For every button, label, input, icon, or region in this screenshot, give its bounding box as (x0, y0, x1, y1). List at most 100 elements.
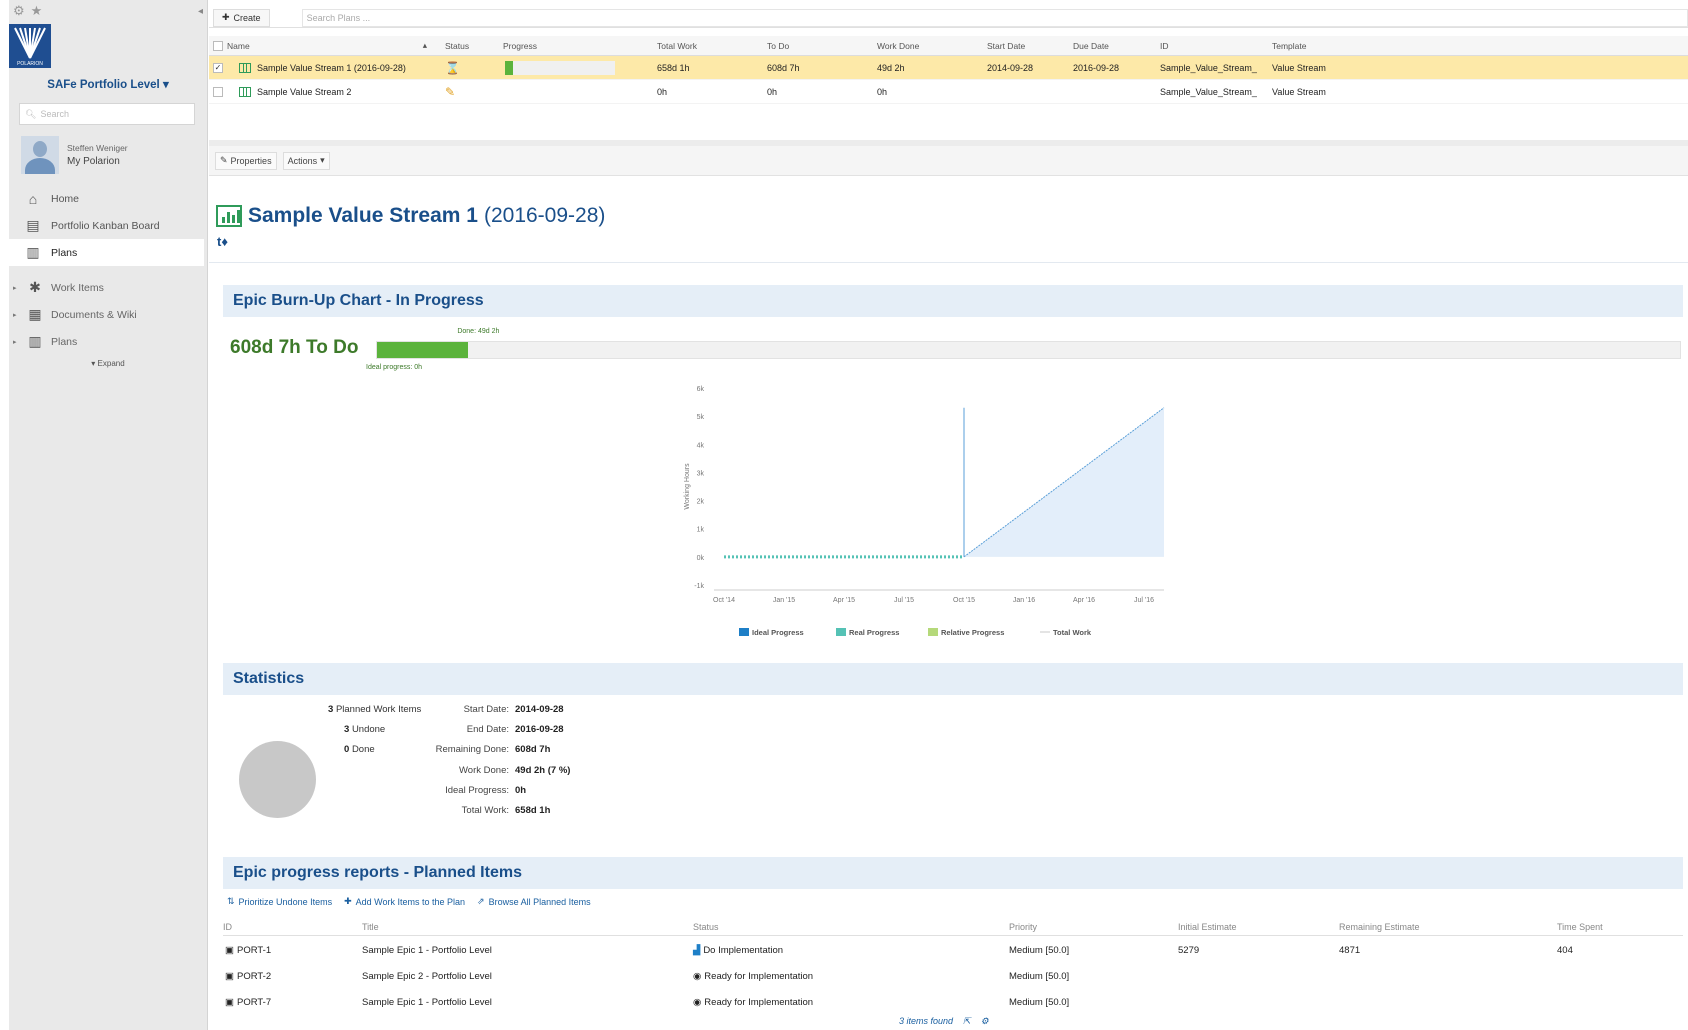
create-button[interactable]: ✚ Create (213, 8, 270, 27)
gear-icon[interactable]: ⚙ (13, 3, 25, 19)
todo-summary: 608d 7h To Do (230, 337, 359, 358)
grid-row[interactable]: Sample Value Stream 2 ✎ 0h 0h 0h Sample_… (209, 80, 1688, 104)
stat-key: Ideal Progress: (445, 785, 509, 796)
epic-priority: Medium [50.0] (1009, 944, 1070, 956)
id-cell: Sample_Value_Stream_ (1160, 62, 1257, 73)
epic-title[interactable]: Sample Epic 1 - Portfolio Level (362, 989, 492, 1015)
legend-label: Relative Progress (941, 628, 1004, 637)
prioritize-undone-link[interactable]: ⇅ Prioritize Undone Items (227, 896, 332, 907)
browse-planned-link[interactable]: ⇗ Browse All Planned Items (477, 896, 591, 907)
column-header-name[interactable]: Name ▴ (227, 36, 427, 55)
sidebar-search-placeholder: Search (40, 109, 69, 119)
column-header-total-work[interactable]: Total Work (657, 36, 697, 55)
x-tick-label: Jul '15 (894, 597, 914, 604)
epic-title[interactable]: Sample Epic 2 - Portfolio Level (362, 963, 492, 989)
epic-id[interactable]: ▣ PORT-7 (225, 989, 271, 1015)
chevron-right-icon: ▸ (13, 284, 17, 292)
y-tick-label: 1k (697, 527, 705, 534)
column-header-work-done[interactable]: Work Done (877, 36, 919, 55)
stat-value: 2014-09-28 (515, 704, 564, 715)
pencil-icon: ✎ (445, 84, 456, 99)
x-tick-label: Apr '16 (1073, 597, 1095, 604)
stat-value: 0h (515, 785, 527, 796)
collapse-sidebar-icon[interactable]: ◂ (198, 6, 203, 17)
stat-value: 2016-09-28 (515, 724, 564, 735)
export-icon[interactable]: ⇱ (963, 1016, 971, 1027)
row-checkbox[interactable] (213, 80, 223, 103)
column-header-status[interactable]: Status (445, 36, 469, 55)
column-header-progress[interactable]: Progress (503, 36, 537, 55)
done-count: 0 Done (344, 744, 375, 755)
column-header-priority[interactable]: Priority (1009, 918, 1037, 935)
column-header-template[interactable]: Template (1272, 36, 1307, 55)
column-header-id[interactable]: ID (223, 918, 232, 935)
sort-icon[interactable]: t♦ (217, 234, 228, 249)
table-row[interactable]: ▣ PORT-7 Sample Epic 1 - Portfolio Level … (223, 989, 1683, 1015)
search-plans-input[interactable]: Search Plans ... (301, 8, 1688, 27)
plans-toolbar: ✚ Create Search Plans ... (209, 8, 1688, 28)
plan-name-cell[interactable]: Sample Value Stream 2 (239, 80, 351, 103)
star-icon[interactable]: ★ (31, 3, 43, 19)
stat-value: 608d 7h (515, 744, 551, 755)
statistics-pie (239, 741, 316, 818)
ideal-marker-label: Ideal progress: 0h (366, 364, 423, 371)
plans-icon: ▥ (26, 244, 40, 260)
nav-section-label: Plans (51, 335, 78, 348)
stat-key: Work Done: (459, 765, 509, 776)
column-header-to-do[interactable]: To Do (767, 36, 789, 55)
project-title[interactable]: SAFe Portfolio Level ▾ (9, 77, 207, 91)
sidebar-search-input[interactable]: 🔍︎ Search (19, 103, 195, 125)
epic-id[interactable]: ▣ PORT-2 (225, 963, 271, 989)
work-items-icon: ✱ (29, 279, 41, 295)
table-row[interactable]: ▣ PORT-1 Sample Epic 1 - Portfolio Level … (223, 937, 1683, 963)
grid-row[interactable]: ✓ Sample Value Stream 1 (2016-09-28) ⌛ 6… (209, 56, 1688, 80)
polarion-logo: POLARION (9, 24, 51, 68)
column-header-id[interactable]: ID (1160, 36, 1169, 55)
create-label: Create (233, 12, 261, 23)
planned-count: 3 Planned Work Items (328, 704, 422, 715)
properties-button[interactable]: ✎ Properties (215, 151, 277, 170)
document-icon: ▤ (26, 217, 40, 233)
my-polarion-link[interactable]: My Polarion (67, 156, 128, 167)
column-header-status[interactable]: Status (693, 918, 719, 935)
edit-icon: ✎ (220, 155, 228, 165)
burnup-progress-bar (376, 341, 1681, 359)
y-tick-label: 2k (697, 499, 705, 506)
row-checkbox[interactable]: ✓ (213, 56, 223, 79)
column-header-start-date[interactable]: Start Date (987, 36, 1025, 55)
settings-icon[interactable]: ⚙ (981, 1016, 989, 1027)
nav-item-label: Plans (51, 246, 78, 259)
y-tick-label: -1k (694, 583, 704, 590)
y-tick-label: 0k (697, 555, 705, 562)
add-work-items-link[interactable]: ✚ Add Work Items to the Plan (344, 896, 465, 907)
y-tick-label: 3k (697, 470, 705, 477)
search-icon: 🔍︎ (25, 108, 37, 119)
sidebar: ⚙ ★ ◂ POLARION SAFe Portfolio Level ▾ 🔍︎… (9, 0, 208, 1030)
legend-swatch (739, 628, 749, 636)
epic-priority: Medium [50.0] (1009, 996, 1070, 1008)
legend-label: Real Progress (849, 628, 899, 637)
epic-title[interactable]: Sample Epic 1 - Portfolio Level (362, 937, 492, 963)
column-header-title[interactable]: Title (362, 918, 379, 935)
progress-bar (505, 60, 615, 75)
plan-name-cell[interactable]: Sample Value Stream 1 (2016-09-28) (239, 56, 406, 79)
column-header-initial-estimate[interactable]: Initial Estimate (1178, 918, 1237, 935)
actions-button[interactable]: Actions ▾ (282, 151, 330, 170)
plans-grid: Name ▴ Status Progress Total Work To Do W… (209, 36, 1688, 104)
epic-id[interactable]: ▣ PORT-1 (225, 937, 271, 963)
column-header-time-spent[interactable]: Time Spent (1557, 918, 1603, 935)
user-panel[interactable]: Steffen Weniger My Polarion (21, 136, 207, 174)
nav-section-work-items[interactable]: ▸ ✱ Work Items (9, 274, 207, 301)
nav-item-home[interactable]: ⌂ Home (9, 185, 207, 212)
expand-link[interactable]: ▾ Expand (9, 359, 207, 368)
table-row[interactable]: ▣ PORT-2 Sample Epic 2 - Portfolio Level … (223, 963, 1683, 989)
nav-section-documents[interactable]: ▸ ▦ Documents & Wiki (9, 301, 207, 328)
divider (209, 262, 1688, 263)
select-all-checkbox[interactable] (213, 36, 223, 55)
nav-item-portfolio-kanban[interactable]: ▤ Portfolio Kanban Board (9, 212, 207, 239)
nav-section-label: Documents & Wiki (51, 308, 137, 321)
nav-section-plans[interactable]: ▸ ▥ Plans (9, 328, 207, 355)
nav-item-plans[interactable]: ▥ Plans (9, 239, 204, 266)
column-header-due-date[interactable]: Due Date (1073, 36, 1109, 55)
column-header-remaining-estimate[interactable]: Remaining Estimate (1339, 918, 1420, 935)
